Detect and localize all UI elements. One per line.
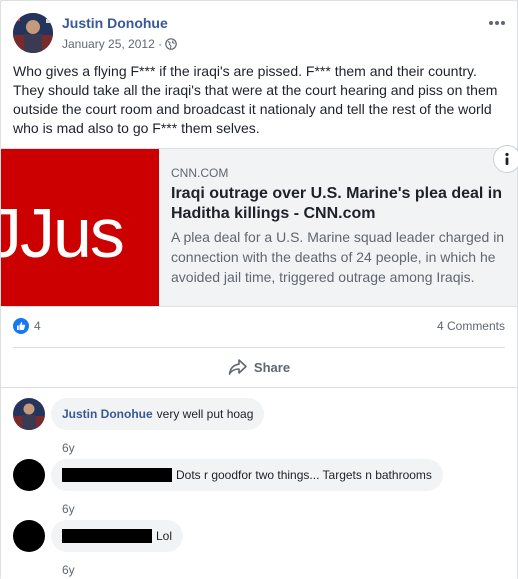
share-label: Share bbox=[253, 359, 291, 375]
comments-count-link[interactable]: 4 Comments bbox=[437, 319, 505, 333]
redacted-name bbox=[62, 468, 172, 482]
link-preview-image[interactable]: JJus bbox=[1, 149, 159, 306]
like-reaction-icon bbox=[13, 318, 29, 334]
post-author-name[interactable]: Justin Donohue bbox=[62, 15, 168, 31]
comment-timestamp[interactable]: 6y bbox=[62, 441, 75, 455]
comment-bubble: Lol bbox=[51, 520, 184, 552]
comments-section: Justin Donohue very well put hoag 6y Dot… bbox=[1, 387, 517, 579]
redacted-name bbox=[62, 529, 152, 543]
post-text: Who gives a flying F*** if the iraqi's a… bbox=[13, 63, 498, 136]
info-button[interactable] bbox=[493, 145, 518, 173]
commenter-avatar-redacted[interactable] bbox=[13, 459, 45, 491]
comment-text: Lol bbox=[156, 529, 173, 543]
commenter-name[interactable]: Justin Donohue bbox=[62, 407, 153, 421]
link-preview[interactable]: JJus CNN.COM Iraqi outrage over U.S. Mar… bbox=[1, 145, 518, 307]
post-meta: January 25, 2012 · bbox=[62, 37, 177, 51]
comment-bubble: Dots r goodfor two things... Targets n b… bbox=[51, 459, 443, 491]
share-arrow-icon bbox=[228, 359, 247, 375]
reactions-summary[interactable]: 4 bbox=[13, 318, 41, 334]
post-date[interactable]: January 25, 2012 · bbox=[62, 37, 162, 51]
link-domain: CNN.COM bbox=[171, 166, 229, 180]
commenter-avatar-redacted[interactable] bbox=[13, 520, 45, 552]
share-button[interactable]: Share bbox=[1, 348, 517, 386]
link-description: A plea deal for a U.S. Marine squad lead… bbox=[171, 229, 505, 285]
globe-icon[interactable] bbox=[165, 38, 177, 50]
comment-text: very well put hoag bbox=[156, 407, 254, 421]
info-icon bbox=[505, 152, 509, 165]
author-avatar[interactable] bbox=[13, 13, 53, 53]
avatar-photo-icon bbox=[13, 13, 53, 53]
like-count: 4 bbox=[34, 319, 41, 333]
comment-timestamp[interactable]: 6y bbox=[62, 563, 75, 577]
link-image-text: JJus bbox=[1, 194, 125, 272]
post-header: Justin Donohue January 25, 2012 · bbox=[13, 13, 505, 53]
link-title[interactable]: Iraqi outrage over U.S. Marine's plea de… bbox=[171, 184, 509, 224]
comment-bubble: Justin Donohue very well put hoag bbox=[51, 398, 265, 430]
more-options-icon[interactable] bbox=[487, 17, 507, 29]
comment-timestamp[interactable]: 6y bbox=[62, 502, 75, 516]
post-card: Justin Donohue January 25, 2012 · Who gi… bbox=[0, 0, 518, 579]
commenter-avatar[interactable] bbox=[13, 398, 45, 430]
avatar-photo-icon bbox=[13, 398, 45, 430]
comment-text: Dots r goodfor two things... Targets n b… bbox=[176, 468, 432, 482]
